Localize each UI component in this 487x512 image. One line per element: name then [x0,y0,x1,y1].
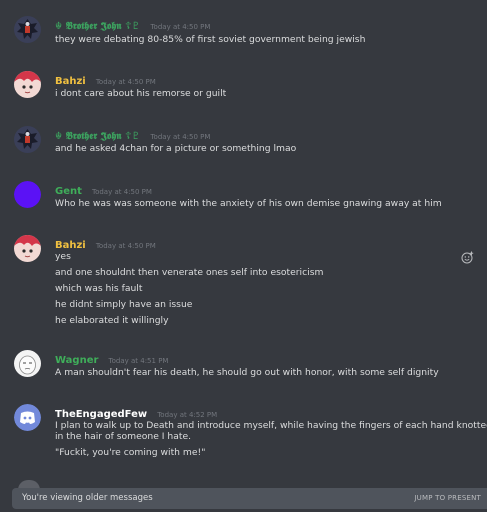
author-name[interactable]: Gent [55,186,82,197]
timestamp: Today at 4:52 PM [157,411,218,419]
purple-circle-avatar-icon [14,181,41,208]
message-header: Gent Today at 4:50 PM [55,183,152,198]
anime-avatar-icon [14,71,41,98]
older-messages-bar: You're viewing older messages JUMP TO PR… [12,488,487,509]
add-reaction-icon[interactable] [461,251,474,264]
timestamp: Today at 4:50 PM [91,188,152,196]
jump-to-present-button[interactable]: JUMP TO PRESENT [414,494,481,502]
author-name[interactable]: Bahzi [55,240,86,251]
message-line: i dont care about his remorse or guilt [55,88,227,99]
user-avatar[interactable] [14,71,41,98]
message-line: Who he was was someone with the anxiety … [55,198,442,209]
user-avatar[interactable] [14,126,41,153]
message-line: and he asked 4chan for a picture or some… [55,143,297,154]
message-header: TheEngagedFew Today at 4:52 PM [55,406,217,421]
emblem-avatar-icon [14,16,41,43]
message-line: which was his fault [55,283,143,294]
user-avatar[interactable] [14,404,41,431]
timestamp: Today at 4:51 PM [108,357,169,365]
anime-avatar-icon [14,235,41,262]
timestamp: Today at 4:50 PM [95,242,156,250]
message-line: he elaborated it willingly [55,315,169,326]
message-line: in the hair of someone I hate. [55,431,192,442]
message-header: ☬ 𝕭𝖗𝖔𝖙𝖍𝖊𝖗 𝕵𝖔𝖍𝖓 ☦♇ Today at 4:50 PM [55,18,210,33]
wojak-avatar-icon [14,350,41,377]
timestamp: Today at 4:50 PM [95,78,156,86]
message-header: Bahzi Today at 4:50 PM [55,73,156,88]
message-line: "Fuckit, you're coming with me!" [55,447,206,458]
user-avatar[interactable] [14,181,41,208]
discord-logo-avatar-icon [14,404,41,431]
author-name[interactable]: Wagner [55,355,98,366]
author-name[interactable]: ☬ 𝕭𝖗𝖔𝖙𝖍𝖊𝖗 𝕵𝖔𝖍𝖓 ☦♇ [55,21,140,32]
emblem-avatar-icon [14,126,41,153]
message-line: A man shouldn't fear his death, he shoul… [55,367,439,378]
author-name[interactable]: TheEngagedFew [55,409,147,420]
message-line: yes [55,251,71,262]
author-name[interactable]: ☬ 𝕭𝖗𝖔𝖙𝖍𝖊𝖗 𝕵𝖔𝖍𝖓 ☦♇ [55,131,140,142]
timestamp: Today at 4:50 PM [150,133,211,141]
timestamp: Today at 4:50 PM [150,23,211,31]
message-line: they were debating 80-85% of first sovie… [55,34,366,45]
older-messages-label: You're viewing older messages [22,493,153,503]
user-avatar[interactable] [14,350,41,377]
message-line: and one shouldnt then venerate ones self… [55,267,324,278]
message-header: Wagner Today at 4:51 PM [55,352,168,367]
author-name[interactable]: Bahzi [55,76,86,87]
message-header: ☬ 𝕭𝖗𝖔𝖙𝖍𝖊𝖗 𝕵𝖔𝖍𝖓 ☦♇ Today at 4:50 PM [55,128,210,143]
user-avatar[interactable] [14,16,41,43]
user-avatar[interactable] [14,235,41,262]
message-line: he didnt simply have an issue [55,299,193,310]
message-header: Bahzi Today at 4:50 PM [55,237,156,252]
